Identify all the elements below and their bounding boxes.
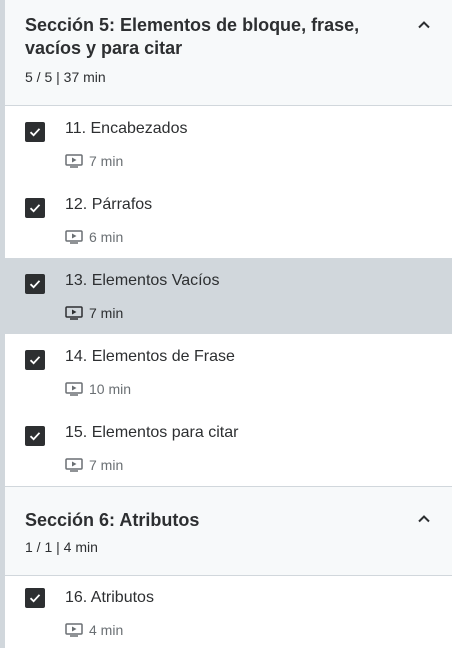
video-icon xyxy=(65,382,83,396)
duration-text: 10 min xyxy=(89,381,132,397)
duration-text: 4 min xyxy=(89,622,124,638)
lecture-title: 14. Elementos de Frase xyxy=(65,348,235,365)
lecture-title: 16. Atributos xyxy=(65,589,154,606)
section-meta: 1 / 1 | 4 min xyxy=(25,539,98,555)
section-meta: 5 / 5 | 37 min xyxy=(25,69,106,85)
lecture-item[interactable]: 11. Encabezados 7 min xyxy=(5,106,452,182)
chevron-up-icon[interactable] xyxy=(416,17,432,33)
lecture-item[interactable]: 12. Párrafos 6 min xyxy=(5,182,452,258)
video-icon xyxy=(65,306,83,320)
check-icon xyxy=(29,280,41,289)
video-icon xyxy=(65,230,83,244)
check-icon xyxy=(29,594,41,603)
completed-checkbox[interactable] xyxy=(25,198,45,218)
lecture-item[interactable]: 14. Elementos de Frase 10 min xyxy=(5,334,452,410)
completed-checkbox[interactable] xyxy=(25,122,45,142)
section-title: Sección 5: Elementos de bloque, frase, v… xyxy=(25,15,360,58)
video-icon xyxy=(65,623,83,637)
duration-text: 6 min xyxy=(89,229,124,245)
lecture-duration: 7 min xyxy=(65,153,123,169)
lecture-title: 11. Encabezados xyxy=(65,120,188,137)
lecture-duration: 7 min xyxy=(65,305,123,321)
lecture-duration: 6 min xyxy=(65,229,123,245)
completed-checkbox[interactable] xyxy=(25,350,45,370)
chevron-up-icon[interactable] xyxy=(416,511,432,527)
completed-checkbox[interactable] xyxy=(25,588,45,608)
check-icon xyxy=(29,204,41,213)
section-title: Sección 6: Atributos xyxy=(25,510,200,530)
check-icon xyxy=(29,356,41,365)
video-icon xyxy=(65,154,83,168)
lecture-duration: 7 min xyxy=(65,457,123,473)
lecture-duration: 10 min xyxy=(65,381,131,397)
section-header-6[interactable]: Sección 6: Atributos 1 / 1 | 4 min xyxy=(5,486,452,576)
check-icon xyxy=(29,128,41,137)
completed-checkbox[interactable] xyxy=(25,426,45,446)
duration-text: 7 min xyxy=(89,305,124,321)
lecture-item[interactable]: 15. Elementos para citar 7 min xyxy=(5,410,452,486)
section-header-5[interactable]: Sección 5: Elementos de bloque, frase, v… xyxy=(5,0,452,106)
duration-text: 7 min xyxy=(89,153,124,169)
lecture-title: 12. Párrafos xyxy=(65,196,153,213)
lecture-title: 13. Elementos Vacíos xyxy=(65,272,220,289)
duration-text: 7 min xyxy=(89,457,124,473)
completed-checkbox[interactable] xyxy=(25,274,45,294)
lecture-title: 15. Elementos para citar xyxy=(65,424,239,441)
lecture-duration: 4 min xyxy=(65,622,123,638)
lecture-item[interactable]: 16. Atributos 4 min xyxy=(5,576,452,648)
video-icon xyxy=(65,458,83,472)
check-icon xyxy=(29,432,41,441)
lecture-item-active[interactable]: 13. Elementos Vacíos 7 min xyxy=(5,258,452,334)
